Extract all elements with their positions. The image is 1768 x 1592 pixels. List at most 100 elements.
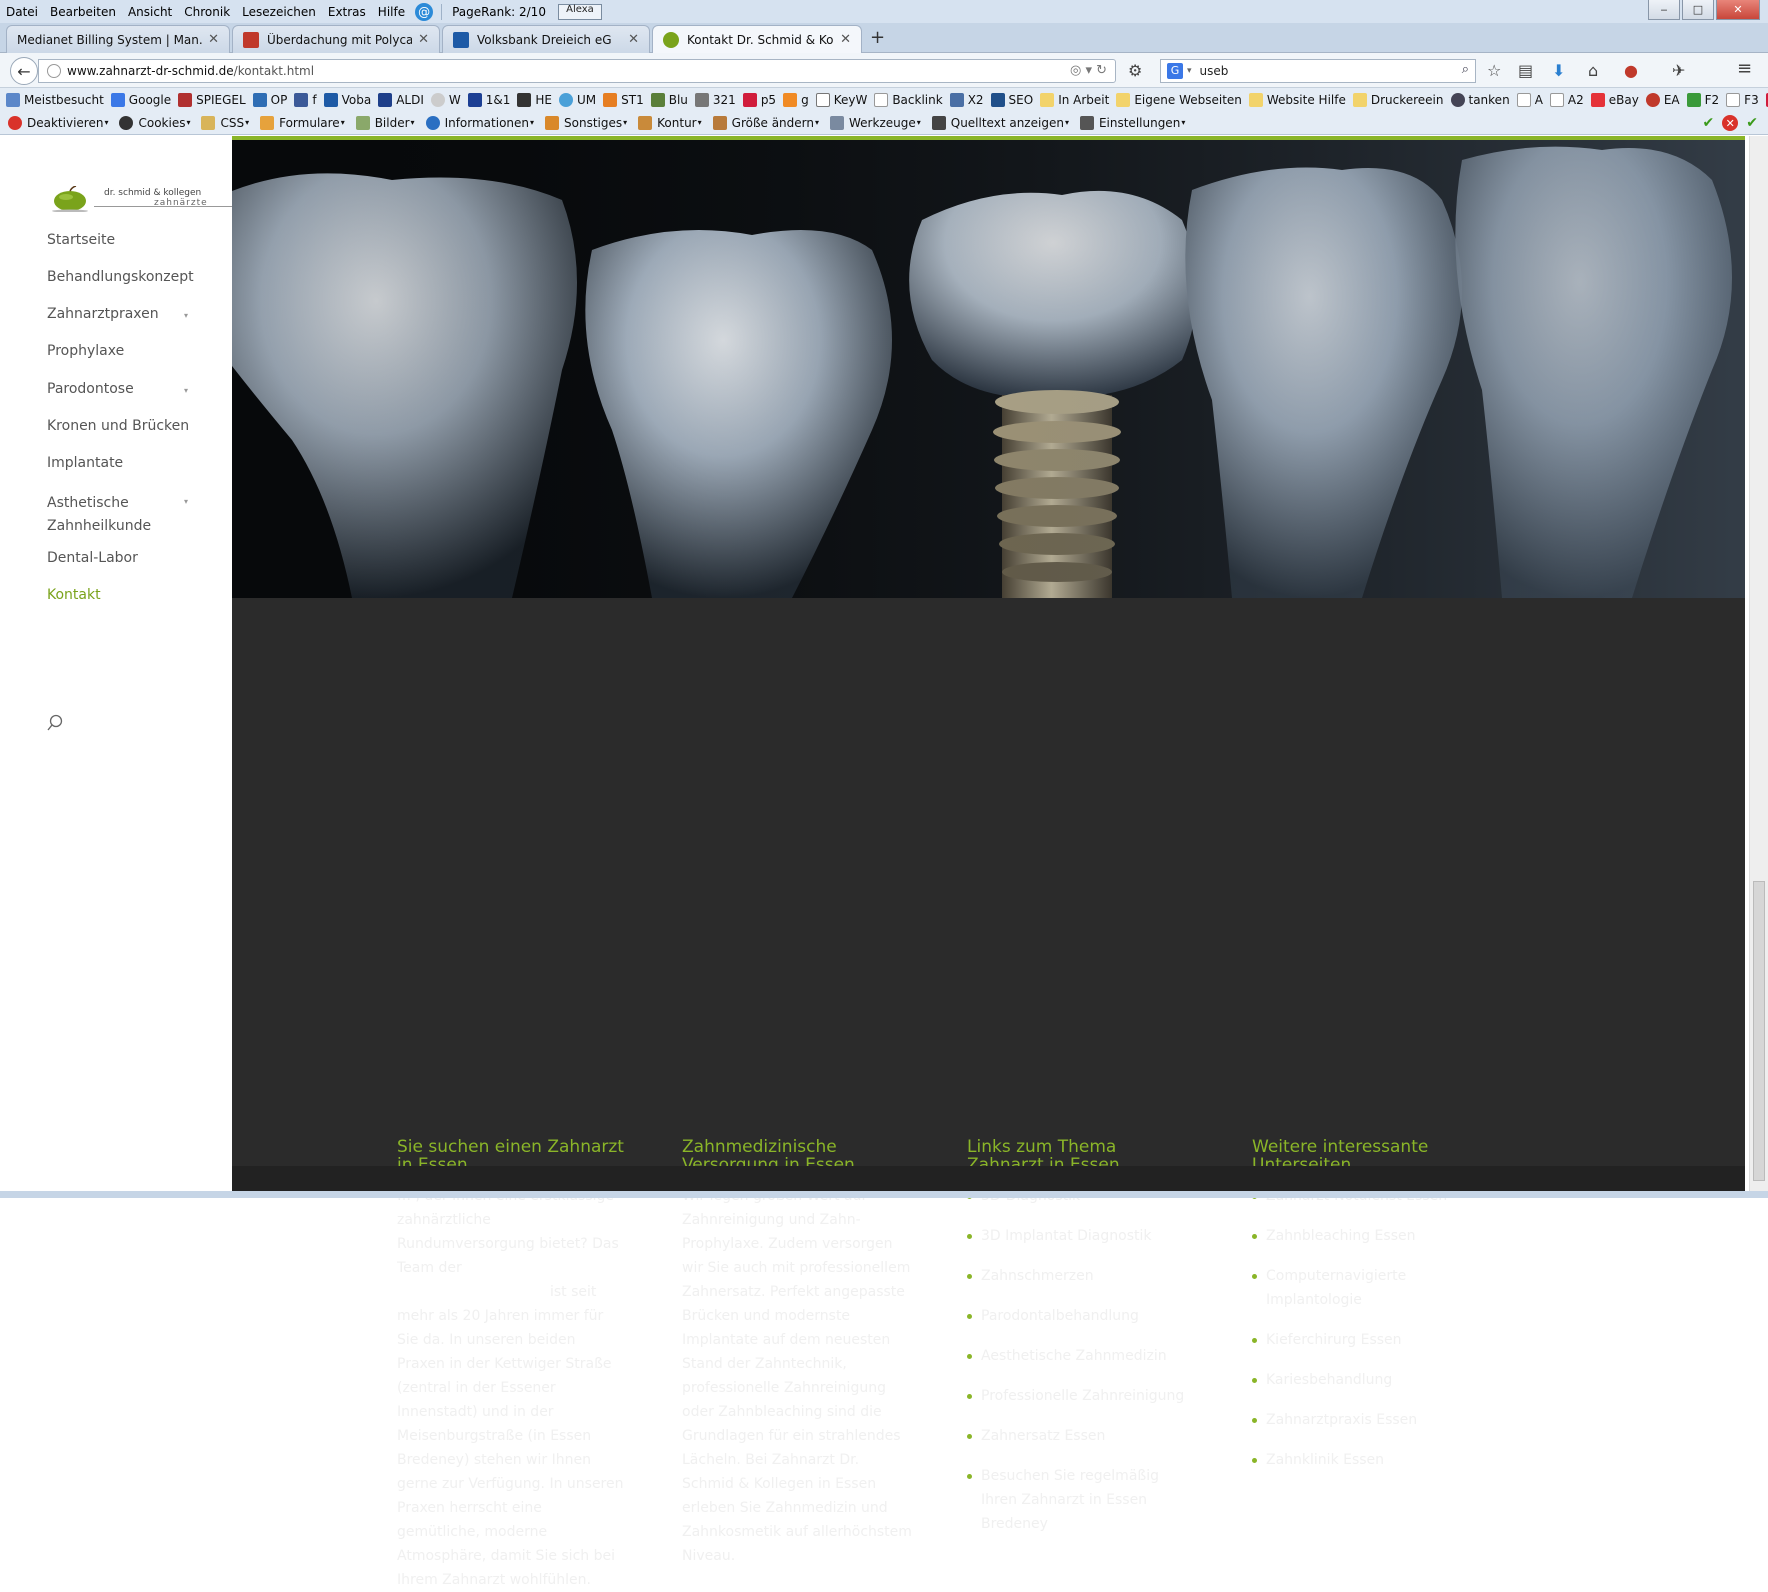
- dev-formulare[interactable]: Formulare ▾: [260, 115, 345, 130]
- url-bar[interactable]: www.zahnarzt-dr-schmid.de/kontakt.html ◎…: [38, 59, 1116, 83]
- dev-bilder[interactable]: Bilder ▾: [355, 115, 415, 130]
- search-input[interactable]: useb: [1200, 64, 1229, 78]
- download-icon[interactable]: ⬇: [1552, 61, 1565, 80]
- bookmark-item[interactable]: OP: [252, 92, 287, 107]
- bookmark-item[interactable]: eBay: [1590, 92, 1639, 107]
- minimize-button[interactable]: ‒: [1648, 0, 1680, 20]
- close-tab-icon[interactable]: ✕: [418, 32, 429, 47]
- chevron-down-icon[interactable]: ▾: [1187, 66, 1192, 76]
- nav-implantate[interactable]: Implantate: [47, 455, 123, 471]
- new-tab-button[interactable]: +: [870, 27, 885, 48]
- nav-dental-labor[interactable]: Dental-Labor: [47, 550, 138, 566]
- close-window-button[interactable]: ✕: [1716, 0, 1760, 20]
- site-logo[interactable]: dr. schmid & kollegen zahnärzte: [46, 186, 236, 212]
- bookmark-item[interactable]: Backlink: [874, 92, 943, 107]
- search-icon[interactable]: ⌕: [1462, 62, 1469, 77]
- bookmark-item[interactable]: KeyW: [815, 92, 867, 107]
- checkmark-icon[interactable]: ✔: [1746, 115, 1758, 131]
- home-icon[interactable]: ⌂: [1588, 61, 1598, 80]
- tab-ueberdachung[interactable]: Überdachung mit Polycarb... ✕: [232, 25, 440, 53]
- nav-parodontose[interactable]: Parodontose: [47, 381, 134, 397]
- menu-datei[interactable]: Datei: [0, 5, 44, 19]
- bookmark-item[interactable]: Meistbesucht: [6, 92, 104, 107]
- search-engine-icon[interactable]: G: [1167, 63, 1183, 79]
- menu-chronik[interactable]: Chronik: [178, 5, 236, 19]
- dev-quelltext[interactable]: Quelltext anzeigen ▾: [931, 115, 1069, 130]
- nav-prophylaxe[interactable]: Prophylaxe: [47, 343, 124, 359]
- chevron-down-icon[interactable]: ▾: [184, 311, 188, 320]
- list-link[interactable]: Parodontalbehandlung: [967, 1304, 1197, 1328]
- close-tab-icon[interactable]: ✕: [628, 32, 639, 47]
- dev-werkzeuge[interactable]: Werkzeuge ▾: [830, 115, 921, 130]
- bookmark-item[interactable]: SEO: [990, 92, 1033, 107]
- scrollbar-thumb[interactable]: [1753, 881, 1765, 1181]
- bookmark-folder[interactable]: Druckereein: [1352, 92, 1444, 107]
- dev-informationen[interactable]: Informationen ▾: [425, 115, 534, 130]
- bookmark-item[interactable]: EA: [1645, 92, 1680, 107]
- bookmark-item[interactable]: Blu: [650, 92, 688, 107]
- bookmark-item[interactable]: F2: [1686, 92, 1719, 107]
- bookmark-star-icon[interactable]: ☆: [1487, 61, 1501, 80]
- list-link[interactable]: Besuchen Sie regelmäßig Ihren Zahnarzt i…: [967, 1464, 1197, 1536]
- extension-icon[interactable]: ✈: [1672, 61, 1685, 80]
- dev-sonstiges[interactable]: Sonstiges ▾: [545, 115, 627, 130]
- nav-startseite[interactable]: Startseite: [47, 232, 115, 248]
- bookmark-item[interactable]: Voba: [323, 92, 371, 107]
- nav-kontakt[interactable]: Kontakt: [47, 587, 101, 603]
- list-link[interactable]: Aesthetische Zahnmedizin: [967, 1344, 1197, 1368]
- bookmark-item[interactable]: 321: [694, 92, 736, 107]
- maximize-button[interactable]: □: [1682, 0, 1714, 20]
- bookmark-item[interactable]: p5: [742, 92, 776, 107]
- list-link[interactable]: Zahnbleaching Essen: [1252, 1224, 1482, 1248]
- list-link[interactable]: Computernavigierte Implantologie: [1252, 1264, 1482, 1312]
- list-link[interactable]: Zahnschmerzen: [967, 1264, 1197, 1288]
- dev-kontur[interactable]: Kontur ▾: [638, 115, 702, 130]
- bookmark-item[interactable]: tanken: [1450, 92, 1510, 107]
- menu-hilfe[interactable]: Hilfe: [372, 5, 411, 19]
- hamburger-menu-icon[interactable]: ≡: [1737, 58, 1752, 79]
- bookmark-item[interactable]: Google: [110, 92, 171, 107]
- dev-css[interactable]: CSS ▾: [201, 115, 249, 130]
- bookmark-item[interactable]: SPIEGEL: [178, 92, 246, 107]
- dev-deaktivieren[interactable]: Deaktivieren ▾: [8, 115, 108, 130]
- bookmark-item[interactable]: g: [783, 92, 809, 107]
- bookmark-item[interactable]: ALDI: [378, 92, 424, 107]
- menu-ansicht[interactable]: Ansicht: [122, 5, 178, 19]
- adblock-icon[interactable]: ●: [1624, 61, 1638, 80]
- search-bar[interactable]: G ▾ useb ⌕: [1160, 59, 1476, 83]
- dev-groesse[interactable]: Größe ändern ▾: [712, 115, 819, 130]
- error-icon[interactable]: ✕: [1722, 115, 1739, 131]
- bookmark-item[interactable]: HE: [517, 92, 552, 107]
- page-scrollbar[interactable]: [1749, 136, 1768, 1198]
- tab-medianet[interactable]: Medianet Billing System | Man... ✕: [6, 25, 230, 53]
- menu-lesezeichen[interactable]: Lesezeichen: [236, 5, 322, 19]
- back-button[interactable]: ←: [10, 57, 38, 85]
- at-icon[interactable]: @: [415, 2, 434, 21]
- menu-bearbeiten[interactable]: Bearbeiten: [44, 5, 122, 19]
- list-link[interactable]: Kieferchirurg Essen: [1252, 1328, 1482, 1352]
- bookmark-item[interactable]: 1&1: [467, 92, 510, 107]
- bookmark-item[interactable]: A: [1516, 92, 1543, 107]
- bookmark-folder[interactable]: In Arbeit: [1040, 92, 1109, 107]
- bookmark-item[interactable]: W: [430, 92, 461, 107]
- close-tab-icon[interactable]: ✕: [840, 32, 851, 47]
- tab-volksbank[interactable]: Volksbank Dreieich eG ✕: [442, 25, 650, 53]
- tab-kontakt[interactable]: Kontakt Dr. Schmid & Koll... ✕: [652, 25, 862, 53]
- bookmark-item[interactable]: UM: [559, 92, 596, 107]
- list-link[interactable]: Professionelle Zahnreinigung: [967, 1384, 1197, 1408]
- alexa-widget[interactable]: Alexa: [557, 3, 602, 20]
- checkmark-icon[interactable]: ✔: [1703, 115, 1715, 131]
- menu-extras[interactable]: Extras: [322, 5, 372, 19]
- close-tab-icon[interactable]: ✕: [208, 32, 219, 47]
- list-link[interactable]: Zahnersatz Essen: [967, 1424, 1197, 1448]
- reading-list-icon[interactable]: ▤: [1518, 61, 1533, 80]
- search-icon[interactable]: [46, 714, 64, 732]
- list-link[interactable]: Kariesbehandlung: [1252, 1368, 1482, 1392]
- nav-zahnarztpraxen[interactable]: Zahnarztpraxen: [47, 306, 159, 322]
- nav-aesthetische-zahnheilkunde[interactable]: Asthetische Zahnheilkunde: [47, 492, 177, 538]
- list-link[interactable]: 3D Implantat Diagnostik: [967, 1224, 1197, 1248]
- bookmark-item[interactable]: F3: [1726, 92, 1759, 107]
- list-link[interactable]: Zahnarztpraxis Essen: [1252, 1408, 1482, 1432]
- bookmark-item[interactable]: A2: [1549, 92, 1584, 107]
- list-link[interactable]: Zahnklinik Essen: [1252, 1448, 1482, 1472]
